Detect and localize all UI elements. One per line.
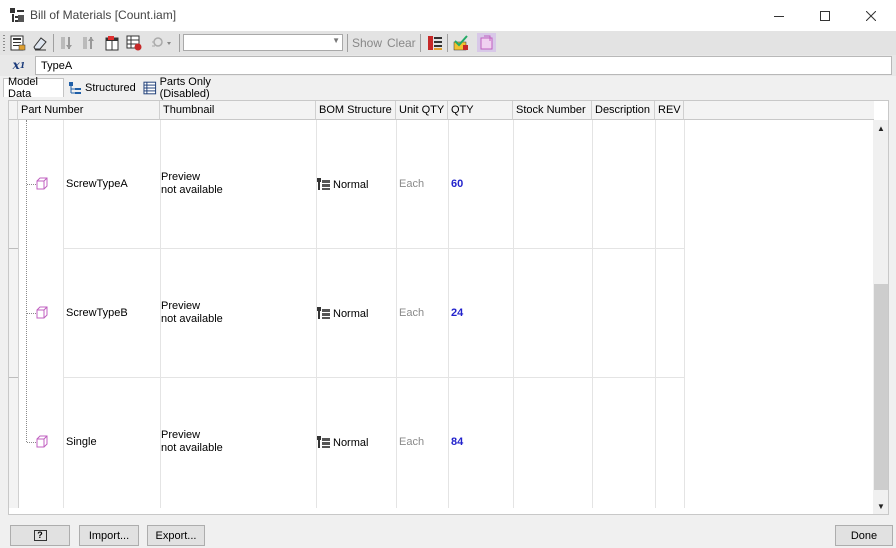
scroll-down-button[interactable]: ▼ (873, 498, 888, 514)
instance-properties-button[interactable] (425, 33, 444, 52)
formula-input[interactable]: TypeA (35, 56, 892, 75)
sort-descending-button[interactable] (79, 33, 98, 52)
bom-structure-cell[interactable]: Normal (317, 307, 368, 320)
part-number-merge-button[interactable] (451, 33, 470, 52)
instance-properties-icon (427, 35, 442, 50)
export-table-button[interactable] (124, 33, 143, 52)
bom-structure-value: Normal (333, 437, 369, 449)
help-icon: ? (33, 530, 47, 541)
sort-descending-icon (82, 36, 94, 49)
column-header-stock-number[interactable]: Stock Number (513, 101, 592, 120)
thumbnail-cell-line1: Preview (161, 429, 201, 441)
tab-parts-only[interactable]: Parts Only (Disabled) (143, 75, 261, 100)
tree-connector (26, 120, 27, 442)
column-header-unit-qty[interactable]: Unit QTY (396, 101, 448, 120)
tab-label: Parts Only (Disabled) (159, 75, 211, 100)
minimize-icon (774, 15, 784, 17)
thumbnail-cell-line2: not available (161, 442, 223, 454)
thumbnail-cell-line1: Preview (161, 171, 201, 183)
structured-icon (69, 81, 81, 94)
thumbnail-cell-line2: not available (161, 313, 223, 325)
column-header-description[interactable]: Description (592, 101, 655, 120)
table-export-icon (126, 35, 141, 50)
part-number-cell: ScrewTypeA (66, 178, 128, 190)
export-bom-button[interactable] (477, 33, 496, 52)
export-bom-icon (480, 35, 492, 49)
table-settings-icon (10, 35, 25, 50)
magnifier-dropdown-icon (152, 36, 171, 47)
sort-ascending-icon (60, 36, 72, 49)
bom-app-icon (10, 8, 24, 22)
triangle-up-icon: ▲ (877, 124, 885, 133)
show-button[interactable]: Show (352, 36, 382, 50)
row-selector-strip[interactable] (9, 120, 19, 508)
bom-structure-value: Normal (333, 179, 369, 191)
column-chooser-icon (105, 35, 118, 50)
toolbar: ▼ Show Clear (0, 31, 896, 56)
qty-cell[interactable]: 84 (451, 436, 463, 448)
unit-qty-cell[interactable]: Each (399, 307, 424, 319)
vertical-scrollbar[interactable]: ▲ ▼ (873, 120, 888, 514)
part-icon (36, 306, 48, 319)
qty-cell[interactable]: 24 (451, 307, 463, 319)
tab-label: Structured (85, 81, 136, 94)
close-button[interactable] (848, 0, 894, 31)
bom-view-tabs: Model Data Structured Parts Only (Disabl… (0, 75, 896, 100)
maximize-icon (820, 10, 830, 21)
clear-button[interactable]: Clear (387, 36, 416, 50)
filter-combobox[interactable]: ▼ (183, 34, 343, 51)
toolbar-grip[interactable] (3, 35, 5, 51)
formula-bar: x1 TypeA (0, 55, 896, 76)
help-button[interactable]: ? (10, 525, 70, 546)
maximize-button[interactable] (802, 0, 848, 31)
eraser-icon (32, 36, 47, 50)
row-selector-header[interactable] (9, 101, 18, 120)
column-header-bom-structure[interactable]: BOM Structure (316, 101, 396, 120)
window-title: Bill of Materials [Count.iam] (30, 8, 177, 22)
import-button[interactable]: Import... (79, 525, 139, 546)
close-icon (866, 10, 876, 21)
triangle-down-icon: ▼ (877, 502, 885, 511)
bom-table: Part Number Thumbnail BOM Structure Unit… (8, 100, 889, 515)
scrollbar-thumb[interactable] (874, 284, 888, 490)
qty-cell[interactable]: 60 (451, 178, 463, 190)
bom-structure-icon (317, 307, 330, 319)
parts-only-icon (143, 81, 157, 94)
choose-columns-button[interactable] (102, 33, 121, 52)
bom-structure-value: Normal (333, 308, 369, 320)
tab-model-data[interactable]: Model Data (3, 76, 64, 100)
scroll-up-button[interactable]: ▲ (873, 120, 888, 137)
fx-icon[interactable]: x1 (8, 56, 30, 74)
column-header-qty[interactable]: QTY (448, 101, 513, 120)
export-button[interactable]: Export... (147, 525, 205, 546)
unit-qty-cell[interactable]: Each (399, 436, 424, 448)
bom-structure-cell[interactable]: Normal (317, 436, 368, 449)
bom-structure-icon (317, 436, 330, 448)
bom-settings-button[interactable] (8, 33, 27, 52)
part-icon (36, 177, 48, 190)
thumbnail-cell-line2: not available (161, 184, 223, 196)
tab-structured[interactable]: Structured (68, 78, 138, 97)
chevron-down-icon: ▼ (332, 36, 340, 45)
part-number-cell: Single (66, 436, 97, 448)
column-header-rev[interactable]: REV (655, 101, 684, 120)
find-button[interactable] (148, 33, 174, 52)
part-icon (36, 435, 48, 448)
edit-properties-button[interactable] (30, 33, 49, 52)
sort-ascending-button[interactable] (57, 33, 76, 52)
thumbnail-cell-line1: Preview (161, 300, 201, 312)
column-header-part-number[interactable]: Part Number (18, 101, 160, 120)
column-header-thumbnail[interactable]: Thumbnail (160, 101, 316, 120)
title-bar: Bill of Materials [Count.iam] (0, 0, 896, 31)
check-edit-icon (453, 34, 468, 50)
part-number-cell: ScrewTypeB (66, 307, 128, 319)
unit-qty-cell[interactable]: Each (399, 178, 424, 190)
minimize-button[interactable] (756, 0, 802, 31)
tab-label: Model Data (8, 76, 38, 100)
bom-structure-cell[interactable]: Normal (317, 178, 368, 191)
done-button[interactable]: Done (835, 525, 893, 546)
bom-structure-icon (317, 178, 330, 190)
